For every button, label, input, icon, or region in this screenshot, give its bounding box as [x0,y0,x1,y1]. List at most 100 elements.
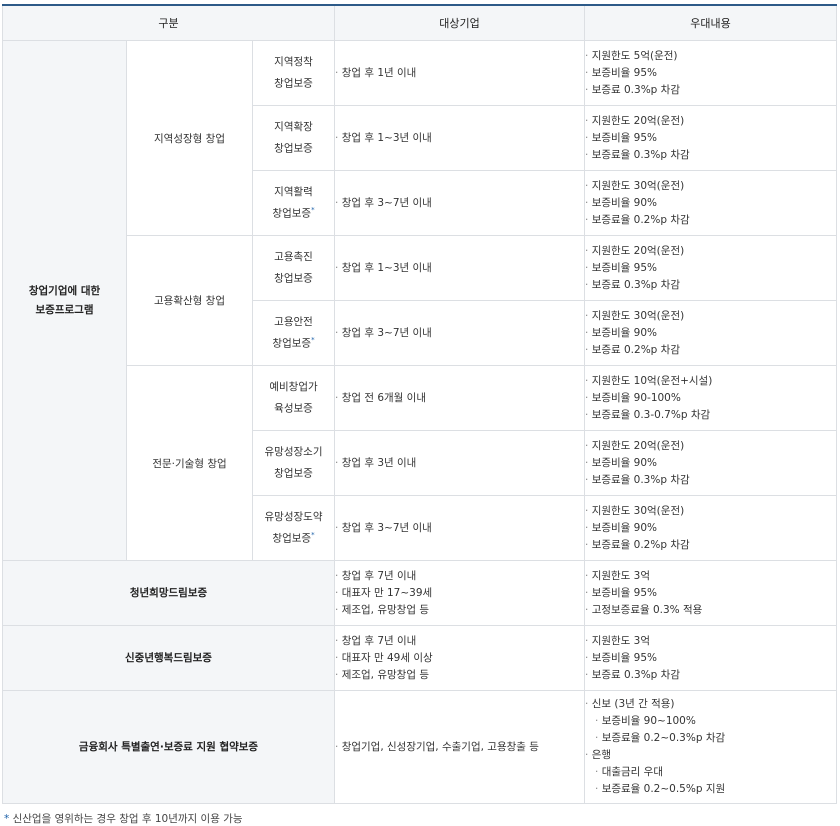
program-cell: 유망성장소기 창업보증 [252,430,335,496]
page: 구분 대상기업 우대내용 창업기업에 대한 보증프로그램 지역성장형 창업 지역정착 창… [0,0,840,825]
group-name: 지역성장형 창업 [154,132,225,145]
list-item: 고정보증료율 0.3% 적용 [585,602,836,619]
youth-row-category-cell: 청년희망드림보증 [2,560,335,626]
list-item: 대출금리 우대 [585,764,836,781]
list-item: 보증비율 90~100% [585,713,836,730]
footnote-star: * [4,813,10,825]
youth-row-name: 청년희망드림보증 [129,586,208,599]
list-item: 창업 후 3년 이내 [335,455,584,472]
list-item: 지원한도 10억(운전+시설) [585,373,836,390]
program-name-line2: 창업보증 [274,467,313,480]
target-cell: 창업 후 3~7년 이내 [334,495,585,561]
benefit-cell: 지원한도 10억(운전+시설)보증비율 90-100%보증료율 0.3-0.7%… [584,365,837,431]
program-cell: 지역활력 창업보증* [252,170,335,236]
target-list: 창업 후 3년 이내 [335,455,584,472]
list-item: 지원한도 3억 [585,633,836,650]
list-item: 창업 후 3~7년 이내 [335,325,584,342]
target-cell: 창업 후 7년 이내대표자 만 49세 이상제조업, 유망창업 등 [334,625,585,691]
list-item: 창업 후 7년 이내 [335,568,584,585]
program-name-line2: 창업보증 [272,337,312,350]
list-item: 보증비율 95% [585,260,836,277]
list-item: 보증비율 90% [585,520,836,537]
list-item: 보증비율 95% [585,650,836,667]
program-name-line1: 예비창업가 [269,381,318,394]
target-list: 창업기업, 신성장기업, 수출기업, 고용창출 등 [335,739,584,756]
footnote: * 신산업을 영위하는 경우 창업 후 10년까지 이용 가능 [4,811,243,826]
startup-category-cell: 창업기업에 대한 보증프로그램 [2,40,127,561]
list-item: 창업 후 1년 이내 [335,65,584,82]
program-name-line2: 창업보증 [274,142,313,155]
list-item: 대표자 만 17~39세 [335,585,584,602]
table-body: 창업기업에 대한보증프로그램 지역성장형 창업 지역정착창업보증창업 후 1년 이내… [2,40,837,804]
benefit-list: 지원한도 3억보증비율 95%보증료 0.3%p 차감 [585,633,836,684]
middle-row: 신중년행복드림보증 창업 후 7년 이내대표자 만 49세 이상제조업, 유망창업… [2,625,837,691]
benefit-cell: 지원한도 20억(운전)보증비율 90%보증료율 0.3%p 차감 [584,430,837,496]
benefit-list: 지원한도 10억(운전+시설)보증비율 90-100%보증료율 0.3-0.7%… [585,373,836,424]
list-item: 보증료율 0.2%p 차감 [585,212,836,229]
list-item: 제조업, 유망창업 등 [335,602,584,619]
program-name-line2: 육성보증 [274,402,313,415]
target-cell: 창업 후 1~3년 이내 [334,105,585,171]
list-item: 보증료율 0.2~0.3%p 차감 [585,730,836,747]
program-cell: 예비창업가육성보증 [252,365,335,431]
footnote-marker: * [311,206,315,215]
finance-name: 금융회사 특별출연·보증료 지원 협약보증 [78,740,259,753]
list-item: 지원한도 20억(운전) [585,113,836,130]
list-item: 제조업, 유망창업 등 [335,667,584,684]
list-item: 대표자 만 49세 이상 [335,650,584,667]
benefit-list: 지원한도 20억(운전)보증비율 90%보증료율 0.3%p 차감 [585,438,836,489]
program-name-line2-wrap: 창업보증 [253,266,334,288]
benefit-list: 지원한도 3억보증비율 95%고정보증료율 0.3% 적용 [585,568,836,619]
program-name-line1: 지역확장 [274,121,313,134]
table-row: 전문·기술형 창업예비창업가육성보증창업 전 6개월 이내지원한도 10억(운전… [3,365,837,561]
list-item: 지원한도 30억(운전) [585,308,836,325]
benefit-cell: 신보 (3년 간 적용)보증비율 90~100%보증료율 0.2~0.3%p 차… [584,690,837,804]
benefit-list: 지원한도 20억(운전)보증비율 95%보증료 0.3%p 차감 [585,243,836,294]
list-item: 보증비율 95% [585,65,836,82]
target-cell: 창업 후 1~3년 이내 [334,235,585,301]
program-name-line2-wrap: 육성보증 [253,396,334,418]
program-name-line2-wrap: 창업보증 [253,461,334,483]
list-item: 창업기업, 신성장기업, 수출기업, 고용창출 등 [335,739,584,756]
benefit-list: 지원한도 30억(운전)보증비율 90%보증료율 0.2%p 차감 [585,503,836,554]
list-item: 보증비율 90-100% [585,390,836,407]
finance-category-cell: 금융회사 특별출연·보증료 지원 협약보증 [2,690,335,804]
group-cell: 고용확산형 창업 [126,235,253,366]
group-name: 고용확산형 창업 [154,295,225,307]
program-name-line2-wrap: 창업보증 [253,71,334,93]
list-item: 지원한도 20억(운전) [585,243,836,260]
header-target: 대상기업 [334,4,585,41]
list-item: 지원한도 20억(운전) [585,438,836,455]
benefit-cell: 지원한도 20억(운전)보증비율 95%보증료율 0.3%p 차감 [584,105,837,171]
list-item: 신보 (3년 간 적용) [585,696,836,713]
footnote-text: 신산업을 영위하는 경우 창업 후 10년까지 이용 가능 [12,813,243,825]
list-item: 지원한도 3억 [585,568,836,585]
target-list: 창업 후 1~3년 이내 [335,130,584,147]
benefit-list: 지원한도 30억(운전)보증비율 90%보증료 0.2%p 차감 [585,308,836,359]
finance-row: 금융회사 특별출연·보증료 지원 협약보증 창업기업, 신성장기업, 수출기업, … [2,690,837,804]
list-item: 보증비율 95% [585,585,836,602]
footnote-marker: * [311,336,315,345]
group-cell: 전문·기술형 창업 [126,365,253,561]
program-name-line2-wrap: 창업보증* [253,201,334,223]
list-item: 창업 후 1~3년 이내 [335,260,584,277]
benefit-cell: 지원한도 3억보증비율 95%고정보증료율 0.3% 적용 [584,560,837,626]
target-cell: 창업 후 3년 이내 [334,430,585,496]
middle-row-category-cell: 신중년행복드림보증 [2,625,335,691]
benefit-list: 지원한도 20억(운전)보증비율 95%보증료율 0.3%p 차감 [585,113,836,164]
list-item: 보증비율 90% [585,325,836,342]
target-list: 창업 후 1~3년 이내 [335,260,584,277]
list-item: 보증료율 0.3%p 차감 [585,147,836,164]
list-item: 보증료 0.3%p 차감 [585,667,836,684]
footnote-marker: * [311,531,315,540]
benefit-cell: 지원한도 5억(운전)보증비율 95%보증료 0.3%p 차감 [584,40,837,106]
list-item: 보증비율 95% [585,130,836,147]
program-cell: 지역정착 창업보증 [252,40,335,106]
program-name-line2-wrap: 창업보증 [253,136,334,158]
table-row: 고용확산형 창업 고용촉진창업보증창업 후 1~3년 이내지원한도 20억(운전)… [3,235,837,366]
list-item: 창업 후 1~3년 이내 [335,130,584,147]
header-benefit: 우대내용 [584,4,837,41]
target-list: 창업 후 3~7년 이내 [335,520,584,537]
list-item: 창업 후 3~7년 이내 [335,195,584,212]
program-cell: 고용촉진 창업보증 [252,235,335,301]
